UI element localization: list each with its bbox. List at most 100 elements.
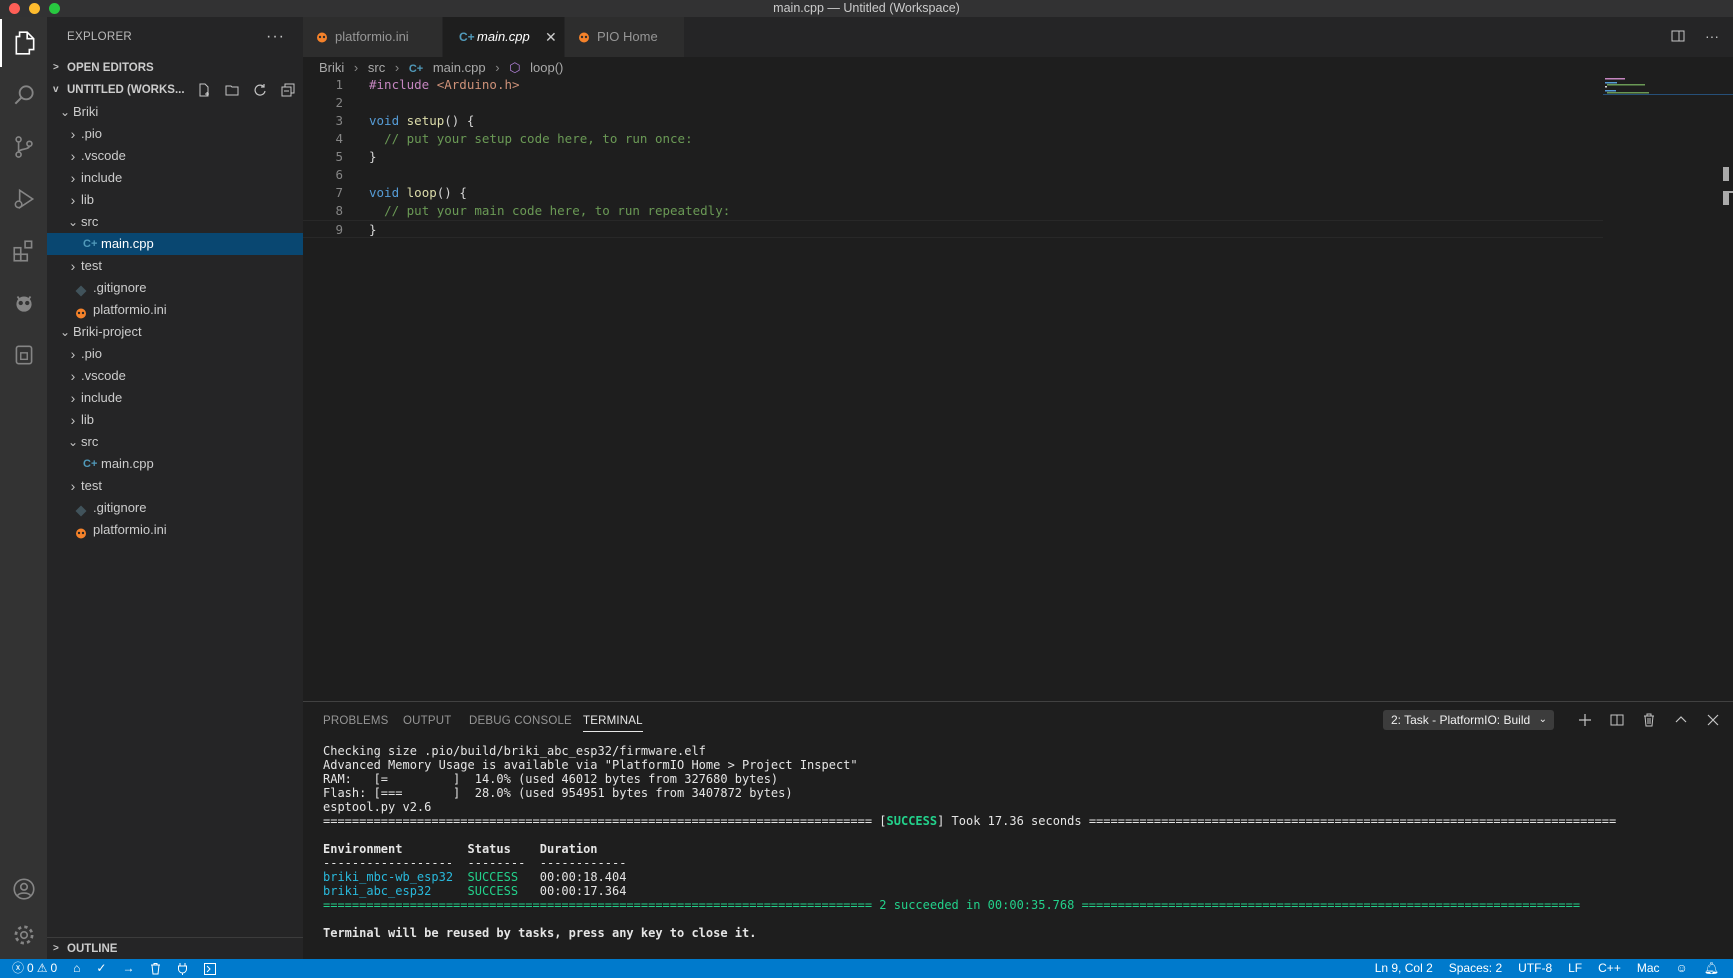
cursor-position[interactable]: Ln 9, Col 2 xyxy=(1375,959,1433,978)
new-terminal-icon[interactable] xyxy=(1577,712,1593,728)
tree-item[interactable]: platformio.ini xyxy=(47,299,303,321)
indentation[interactable]: Spaces: 2 xyxy=(1449,959,1502,978)
tree-item[interactable]: C+ main.cpp xyxy=(47,233,303,255)
split-editor-icon[interactable] xyxy=(1671,29,1685,46)
window-maximize-button[interactable] xyxy=(49,3,60,14)
tab-problems[interactable]: PROBLEMS xyxy=(323,710,389,732)
code-line[interactable]: 7 void loop() { xyxy=(303,184,1603,202)
collapse-all-icon[interactable] xyxy=(279,81,297,99)
upload-arrow-icon[interactable]: → xyxy=(122,959,134,978)
tab-debug-console[interactable]: DEBUG CONSOLE xyxy=(469,710,572,732)
breadcrumb-item[interactable]: loop() xyxy=(530,60,563,75)
tab-pio-home[interactable]: PIO Home xyxy=(565,17,685,57)
more-actions-icon[interactable]: ··· xyxy=(1705,29,1719,46)
new-folder-icon[interactable] xyxy=(223,81,241,99)
code-line[interactable]: 1 #include <Arduino.h> xyxy=(303,76,1603,94)
new-file-icon[interactable] xyxy=(195,81,213,99)
end-of-line[interactable]: LF xyxy=(1568,959,1582,978)
tree-item[interactable]: C+ main.cpp xyxy=(47,453,303,475)
build-check-icon[interactable]: ✓ xyxy=(96,959,106,978)
breadcrumb-item[interactable]: main.cpp xyxy=(433,60,486,75)
code-editor[interactable]: 1 #include <Arduino.h> 2 3 void setup() {4 /… xyxy=(303,76,1603,238)
remote-icon[interactable] xyxy=(0,331,47,379)
terminal-line: Environment Status Duration xyxy=(323,842,1723,856)
tree-item[interactable]: ⌄ src xyxy=(47,431,303,453)
tree-item-label: platformio.ini xyxy=(93,302,167,317)
terminal-icon[interactable] xyxy=(204,959,217,978)
tree-item[interactable]: › test xyxy=(47,255,303,277)
source-control-icon[interactable] xyxy=(0,123,47,171)
tree-item[interactable]: ⌄ Briki-project xyxy=(47,321,303,343)
encoding[interactable]: UTF-8 xyxy=(1518,959,1552,978)
code-line[interactable]: 3 void setup() { xyxy=(303,112,1603,130)
terminal-text: Terminal will be reused by tasks, press … xyxy=(323,926,757,940)
window-minimize-button[interactable] xyxy=(29,3,40,14)
terminal-selector[interactable]: 2: Task - PlatformIO: Build ⌄ xyxy=(1383,710,1554,730)
terminal-text: ========================================… xyxy=(323,814,887,828)
chevron-up-icon[interactable] xyxy=(1673,712,1689,728)
tab-output[interactable]: OUTPUT xyxy=(403,710,451,732)
editor-tabs: platformio.ini C+ main.cpp ✕ PIO Home ··… xyxy=(303,17,1733,57)
language-mode[interactable]: C++ xyxy=(1598,959,1621,978)
notifications-bell-icon[interactable]: 🔔︎ xyxy=(1704,959,1719,978)
terminal-output[interactable]: Checking size .pio/build/briki_abc_esp32… xyxy=(323,744,1723,940)
trash-icon[interactable] xyxy=(1641,712,1657,728)
account-icon[interactable] xyxy=(0,865,47,913)
search-icon[interactable] xyxy=(0,71,47,119)
code-line[interactable]: 2 xyxy=(303,94,1603,112)
tab-terminal[interactable]: TERMINAL xyxy=(583,710,643,732)
code-line[interactable]: 5} xyxy=(303,148,1603,166)
breadcrumb-item[interactable]: src xyxy=(368,60,385,75)
warning-icon: ⚠ xyxy=(36,961,48,975)
tree-item[interactable]: .gitignore xyxy=(47,497,303,519)
serial-plug-icon[interactable] xyxy=(177,959,188,978)
settings-gear-icon[interactable] xyxy=(0,911,47,959)
open-editors-section[interactable]: > OPEN EDITORS xyxy=(47,57,303,79)
tree-item[interactable]: › include xyxy=(47,167,303,189)
tree-item[interactable]: › .pio xyxy=(47,123,303,145)
tree-item[interactable]: › lib xyxy=(47,189,303,211)
terminal-line: Terminal will be reused by tasks, press … xyxy=(323,926,1723,940)
tree-item-label: .pio xyxy=(81,126,102,141)
tab-main-cpp[interactable]: C+ main.cpp ✕ xyxy=(443,17,565,57)
close-tab-icon[interactable]: ✕ xyxy=(545,17,557,57)
clean-trash-icon[interactable] xyxy=(150,959,161,978)
problems-status[interactable]: ⓧ 0 ⚠ 0 xyxy=(12,959,57,978)
tree-item[interactable]: › test xyxy=(47,475,303,497)
tree-item[interactable]: › lib xyxy=(47,409,303,431)
tree-item[interactable]: ⌄ src xyxy=(47,211,303,233)
code-line[interactable]: 4 // put your setup code here, to run on… xyxy=(303,130,1603,148)
method-symbol-icon: ⬡ xyxy=(509,60,521,75)
extensions-icon[interactable] xyxy=(0,227,47,275)
code-line[interactable]: 9} xyxy=(303,220,1603,238)
close-panel-icon[interactable] xyxy=(1705,712,1721,728)
tree-item[interactable]: › .vscode xyxy=(47,145,303,167)
platform[interactable]: Mac xyxy=(1637,959,1660,978)
tree-item[interactable]: platformio.ini xyxy=(47,519,303,541)
workspace-section[interactable]: v UNTITLED (WORKS... xyxy=(47,79,303,101)
feedback-icon[interactable]: ☺ xyxy=(1676,959,1688,978)
line-number: 3 xyxy=(335,113,343,128)
code-line[interactable]: 8 // put your main code here, to run rep… xyxy=(303,202,1603,220)
more-actions-icon[interactable]: ··· xyxy=(266,17,285,57)
outline-label: OUTLINE xyxy=(67,943,118,955)
tree-item[interactable]: ⌄ Briki xyxy=(47,101,303,123)
tree-item[interactable]: › include xyxy=(47,387,303,409)
outline-section[interactable]: > OUTLINE xyxy=(47,937,303,959)
tree-item[interactable]: .gitignore xyxy=(47,277,303,299)
run-debug-icon[interactable] xyxy=(0,175,47,223)
platformio-icon[interactable] xyxy=(0,279,47,327)
breadcrumb-item[interactable]: Briki xyxy=(319,60,344,75)
home-icon[interactable]: ⌂ xyxy=(73,959,80,978)
editor-scrollbar[interactable] xyxy=(1723,167,1733,205)
tree-item[interactable]: › .pio xyxy=(47,343,303,365)
code-line[interactable]: 6 xyxy=(303,166,1603,184)
tree-item-label: .gitignore xyxy=(93,500,147,515)
split-terminal-icon[interactable] xyxy=(1609,712,1625,728)
window-close-button[interactable] xyxy=(9,3,20,14)
explorer-icon[interactable] xyxy=(0,19,47,67)
minimap[interactable] xyxy=(1603,76,1733,116)
tree-item[interactable]: › .vscode xyxy=(47,365,303,387)
refresh-icon[interactable] xyxy=(251,81,269,99)
tab-platformio-ini[interactable]: platformio.ini xyxy=(303,17,443,57)
